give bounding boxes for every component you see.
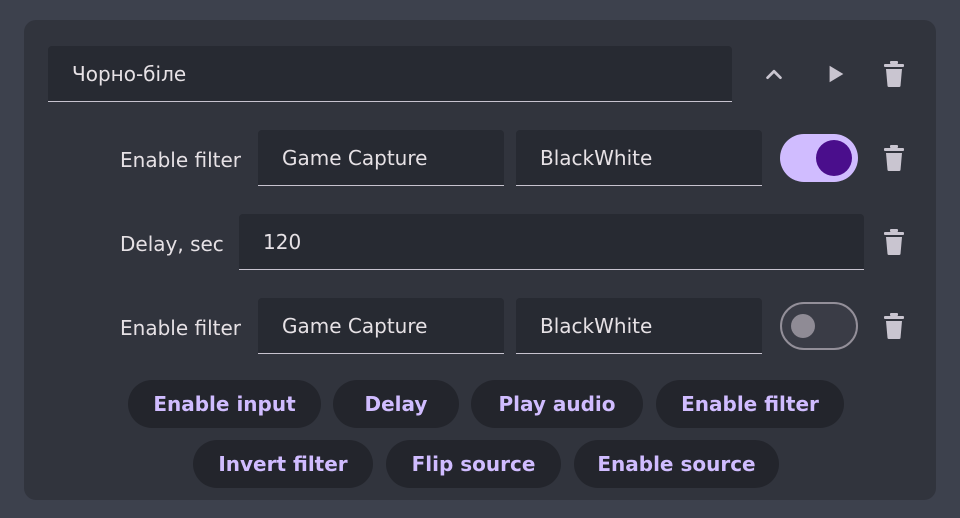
toggle-thumb [791, 314, 815, 338]
add-flip-source-button[interactable]: Flip source [386, 440, 561, 488]
delete-scene-trash-icon[interactable] [878, 58, 910, 90]
row-1-trash-icon[interactable] [878, 142, 910, 174]
row-2-label: Delay, sec [120, 232, 224, 256]
row-3-label: Enable filter [120, 316, 242, 340]
row-3-filter-value: BlackWhite [540, 313, 653, 338]
toggle-thumb [816, 140, 852, 176]
row-2-trash-icon[interactable] [878, 226, 910, 258]
row-3-filter-field[interactable]: BlackWhite [516, 298, 762, 354]
delay-value: 120 [263, 229, 302, 254]
play-icon[interactable] [820, 58, 852, 90]
row-1-source-value: Game Capture [282, 145, 428, 170]
row-1-filter-field[interactable]: BlackWhite [516, 130, 762, 186]
row-3-enable-toggle[interactable] [780, 302, 858, 350]
row-3-trash-icon[interactable] [878, 310, 910, 342]
scene-name-value: Чорно-біле [72, 61, 187, 86]
scene-card: Чорно-біле Enable filter Game Capture Bl… [24, 20, 936, 500]
add-delay-button[interactable]: Delay [333, 380, 459, 428]
row-1-filter-value: BlackWhite [540, 145, 653, 170]
add-enable-input-button[interactable]: Enable input [128, 380, 321, 428]
row-1-source-field[interactable]: Game Capture [258, 130, 504, 186]
scene-name-field[interactable]: Чорно-біле [48, 46, 732, 102]
row-3-source-value: Game Capture [282, 313, 428, 338]
delay-field[interactable]: 120 [239, 214, 864, 270]
row-3-source-field[interactable]: Game Capture [258, 298, 504, 354]
row-1-label: Enable filter [120, 148, 242, 172]
add-enable-source-button[interactable]: Enable source [574, 440, 779, 488]
add-play-audio-button[interactable]: Play audio [471, 380, 643, 428]
row-1-enable-toggle[interactable] [780, 134, 858, 182]
add-invert-filter-button[interactable]: Invert filter [193, 440, 373, 488]
chevron-up-icon[interactable] [758, 58, 790, 90]
add-enable-filter-button[interactable]: Enable filter [656, 380, 844, 428]
